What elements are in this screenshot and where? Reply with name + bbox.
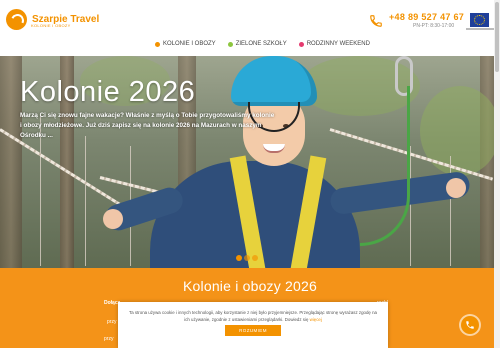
cookie-message: Ta strona używa cookie i innych technolo… (129, 310, 377, 322)
hero-title: Kolonie 2026 (20, 76, 196, 108)
slider-dots (236, 255, 260, 261)
nav-item-label: ZIELONE SZKOŁY (235, 41, 287, 47)
site-header: Szarpie Travel KOLONIE I OBOZY +48 89 52… (0, 0, 500, 56)
nav-dot-icon (298, 41, 304, 47)
scrollbar-thumb[interactable] (495, 2, 499, 72)
hero-photo-child (103, 209, 123, 229)
nav-dot-icon (227, 41, 233, 47)
logo-mark-icon (6, 9, 27, 30)
page-scrollbar[interactable] (494, 0, 500, 348)
cookie-more-link[interactable]: więcej (310, 317, 322, 322)
phone-number[interactable]: +48 89 527 47 67 (389, 12, 464, 22)
hero-photo-rope (360, 86, 410, 246)
slider-dot[interactable] (236, 255, 242, 261)
eu-flag-icon (470, 13, 489, 27)
nav-item-label: RODZINNY WEEKEND (306, 41, 370, 47)
floating-call-button[interactable] (461, 316, 479, 334)
phone-icon (466, 321, 474, 329)
nav-dot-icon (155, 41, 160, 47)
hero-photo-rope (410, 146, 411, 266)
nav-item-kolonie[interactable]: KOLONIE I OBOZY (155, 41, 216, 47)
nav-item-zielone-szkoly[interactable]: ZIELONE SZKOŁY (227, 41, 287, 47)
main-nav: KOLONIE I OBOZY ZIELONE SZKOŁY RODZINNY … (155, 41, 382, 47)
hero-photo-rope (85, 136, 86, 266)
cookie-text: Ta strona używa cookie i innych technolo… (126, 309, 380, 323)
nav-item-label: KOLONIE I OBOZY (163, 41, 216, 47)
hero-photo-tree (0, 56, 22, 268)
hero-slider[interactable]: Kolonie 2026 Marzą Ci się znowu fajne wa… (0, 56, 500, 268)
slider-dot[interactable] (244, 255, 250, 261)
hero-description: Marzą Ci się znowu fajne wakacje? Właśni… (20, 112, 275, 139)
eu-caption (466, 28, 494, 30)
section-text-fragment: przy (107, 319, 117, 325)
logo-tagline: KOLONIE I OBOZY (31, 23, 71, 28)
phone-icon[interactable] (369, 14, 383, 28)
hero-photo-child (446, 178, 466, 198)
office-hours: PN-PT: 8:30-17:00 (413, 23, 455, 29)
nav-item-rodzinny-weekend[interactable]: RODZINNY WEEKEND (298, 41, 370, 47)
cookie-banner: Ta strona używa cookie i innych technolo… (118, 302, 388, 348)
slider-dot[interactable] (252, 255, 258, 261)
hero-photo-helmet (231, 56, 317, 106)
cookie-accept-button[interactable]: ROZUMIEM (225, 325, 281, 336)
section-text-fragment: przy (104, 336, 114, 342)
section-title: Kolonie i obozy 2026 (183, 278, 317, 294)
